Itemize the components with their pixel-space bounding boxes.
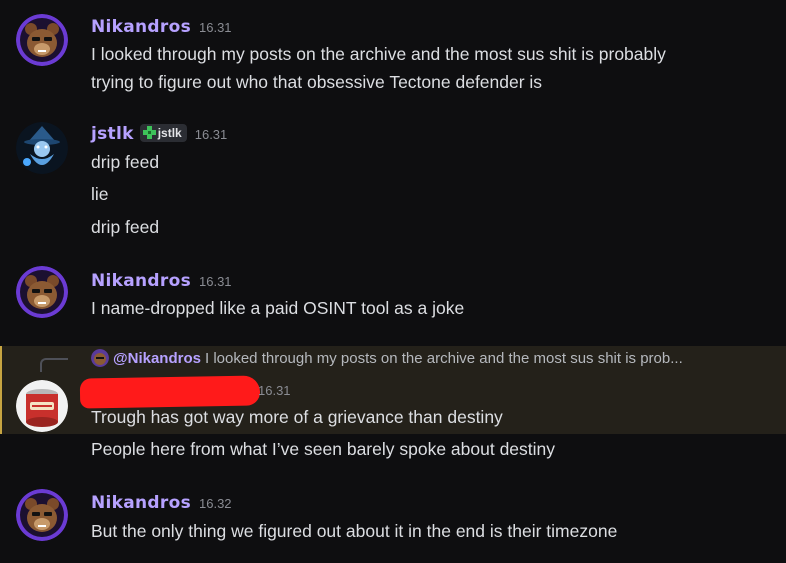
guild-tag-label: jstlk — [157, 126, 182, 140]
reply-preview[interactable]: @Nikandros I looked through my posts on t… — [91, 348, 683, 370]
message-text: But the only thing we figured out about … — [91, 521, 618, 541]
timestamp[interactable]: 16.31 — [258, 383, 291, 398]
message-header: Nikandros 16.31 — [91, 17, 232, 39]
message-text: I name-dropped like a paid OSINT tool as… — [91, 298, 465, 318]
message-header: 16.31 — [258, 380, 291, 402]
reply-preview-text: I looked through my posts on the archive… — [204, 350, 683, 367]
message-header: jstlk jstlk 16.31 — [91, 124, 227, 146]
message-text: drip feed — [91, 152, 160, 172]
bear-avatar[interactable] — [16, 266, 68, 318]
message-header: Nikandros 16.31 — [91, 271, 232, 293]
chat-log: Nikandros 16.31 I looked through my posts… — [0, 0, 786, 563]
username[interactable]: Nikandros — [91, 17, 191, 37]
message-text: Trough has got way more of a grievance t… — [91, 407, 503, 427]
guild-tag[interactable]: jstlk — [139, 124, 187, 142]
username[interactable]: Nikandros — [91, 271, 191, 291]
message-text: lie — [91, 184, 109, 204]
reply-mention[interactable]: @Nikandros — [113, 350, 201, 367]
timestamp[interactable]: 16.32 — [199, 496, 232, 511]
can-avatar[interactable] — [16, 380, 68, 432]
timestamp[interactable]: 16.31 — [195, 127, 228, 142]
message-header: Nikandros 16.32 — [91, 493, 232, 515]
message-text: trying to figure out who that obsessive … — [91, 72, 543, 92]
message-text: drip feed — [91, 217, 160, 237]
bear-avatar[interactable] — [16, 489, 68, 541]
reply-spine — [40, 358, 68, 372]
message-text: I looked through my posts on the archive… — [91, 44, 666, 64]
username[interactable]: jstlk — [91, 124, 134, 144]
bear-avatar[interactable] — [16, 14, 68, 66]
message-text: People here from what I’ve seen barely s… — [91, 439, 556, 459]
username[interactable]: Nikandros — [91, 493, 191, 513]
bear-avatar — [91, 349, 109, 367]
guild-tag-icon — [142, 126, 156, 139]
timestamp[interactable]: 16.31 — [199, 274, 232, 289]
timestamp[interactable]: 16.31 — [199, 20, 232, 35]
wizard-avatar[interactable] — [16, 122, 68, 174]
